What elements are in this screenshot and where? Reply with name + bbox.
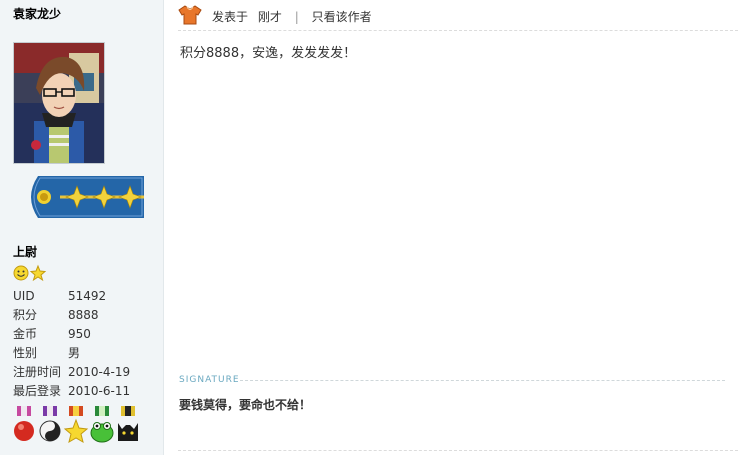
info-label: 性别 (13, 346, 38, 360)
medal-red-ball-icon[interactable] (14, 406, 34, 441)
author-name[interactable]: 袁家龙少 (13, 5, 61, 22)
info-gender: 性别 男 (13, 344, 153, 362)
info-label: UID (13, 289, 35, 303)
avatar[interactable] (13, 42, 105, 164)
info-label: 最后登录 (13, 384, 62, 398)
signature-divider (240, 380, 725, 381)
info-points: 积分 8888 (13, 306, 153, 324)
medal-yinyang-icon[interactable] (39, 406, 61, 442)
signature-text: 要钱莫得，要命也不给！ (179, 398, 312, 412)
info-value: 51492 (68, 289, 107, 303)
rank-level-icons (13, 264, 49, 282)
medal-green-frog-icon[interactable] (90, 406, 114, 443)
shirt-icon (178, 5, 202, 25)
meta-separator: | (294, 10, 299, 24)
rank-title: 上尉 (13, 245, 38, 259)
info-label: 注册时间 (13, 365, 62, 379)
post-meta: 发表于 刚才 | 只看该作者 (212, 8, 372, 25)
post-bottom-divider (178, 450, 738, 451)
info-value: 2010-4-19 (68, 365, 131, 379)
info-last-login: 最后登录 2010-6-11 (13, 382, 153, 400)
medal-black-cat-icon[interactable] (118, 406, 138, 441)
info-value: 950 (68, 327, 91, 341)
medal-yellow-star-icon[interactable] (63, 406, 89, 444)
author-sidebar: 袁家龙少 上尉 UID 51492 积分 8888 金币 950 性别 男 注册… (0, 0, 164, 455)
info-label: 积分 (13, 308, 38, 322)
rank-badge-icon (31, 176, 144, 218)
info-value: 男 (68, 346, 81, 360)
avatar-image (14, 43, 104, 163)
info-label: 金币 (13, 327, 38, 341)
smiley-star-icon (13, 264, 47, 282)
info-gold: 金币 950 (13, 325, 153, 343)
only-author-link[interactable]: 只看该作者 (312, 10, 372, 24)
medal-list (13, 405, 143, 445)
post-main: 发表于 刚才 | 只看该作者 积分8888，安逸，发发发发！ SIGNATURE… (164, 0, 745, 455)
info-value: 2010-6-11 (68, 384, 131, 398)
info-register-date: 注册时间 2010-4-19 (13, 363, 153, 381)
post-content: 积分8888，安逸，发发发发！ (180, 46, 357, 61)
posted-time: 刚才 (257, 10, 282, 24)
signature-label: SIGNATURE (179, 375, 240, 385)
rank-badge (24, 176, 144, 218)
info-uid: UID 51492 (13, 287, 153, 305)
info-value: 8888 (68, 308, 99, 322)
post-header: 发表于 刚才 | 只看该作者 (178, 4, 738, 31)
posted-label: 发表于 (212, 10, 249, 24)
